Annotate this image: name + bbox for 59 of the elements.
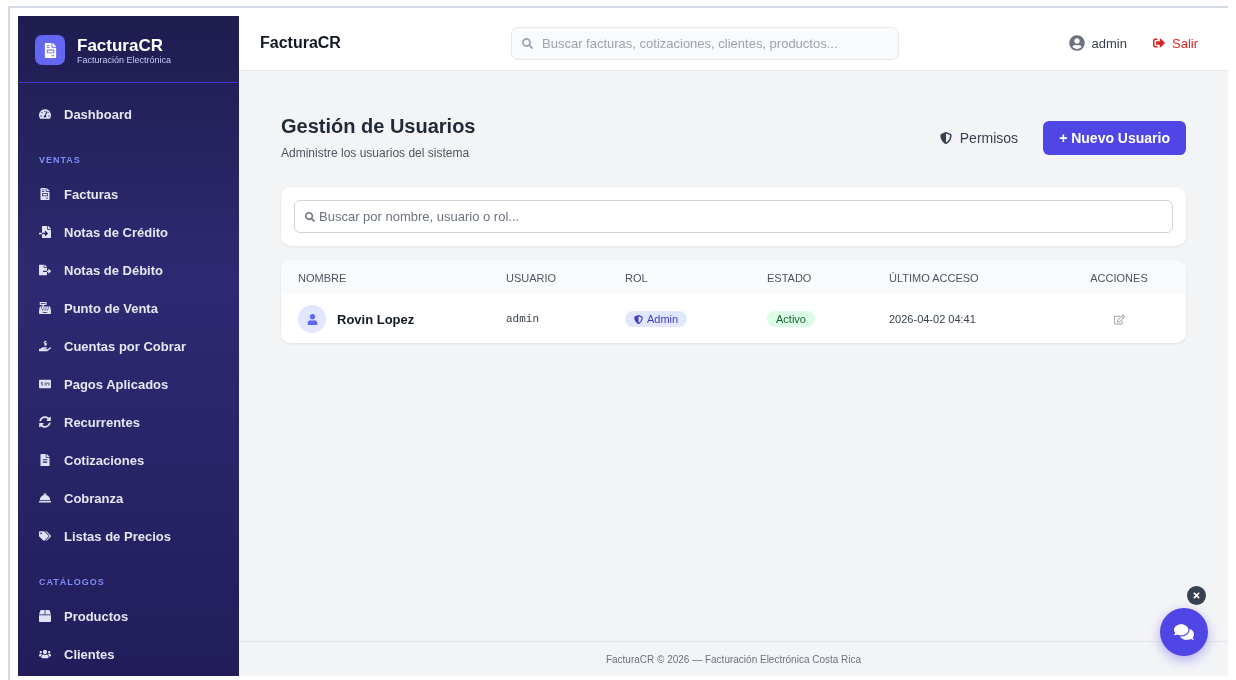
chat-icon [1174, 622, 1194, 642]
register-icon [39, 302, 51, 314]
sidebar-item[interactable]: Pagos Aplicados [18, 365, 239, 403]
user-icon [1068, 35, 1085, 51]
refresh-icon [39, 416, 51, 428]
column-header: USUARIO [506, 271, 557, 284]
sidebar-item[interactable]: Notas de Débito [18, 251, 239, 289]
sidebar-item[interactable]: Clientes [18, 635, 239, 673]
shield-icon [939, 131, 952, 144]
sidebar-item[interactable]: Notas de Crédito [18, 213, 239, 251]
sidebar-item[interactable]: Listas de Precios [18, 517, 239, 555]
sidebar-item[interactable]: Cuentas por Cobrar [18, 327, 239, 365]
section-heading: CATÁLOGOS [38, 576, 106, 589]
user-search-field[interactable]: Buscar por nombre, usuario o rol... [294, 200, 1173, 233]
search-icon [305, 211, 315, 222]
column-header: ACCIONES [1090, 271, 1148, 284]
tags-icon [39, 530, 51, 542]
app-title: FacturaCR [260, 34, 342, 52]
search-icon [522, 37, 533, 49]
logout-link[interactable]: Salir [1153, 35, 1198, 51]
column-header: ESTADO [767, 271, 812, 284]
column-header: ROL [625, 271, 648, 284]
document-icon [39, 454, 51, 466]
chat-button[interactable] [1160, 608, 1208, 656]
shield-icon [634, 314, 643, 324]
logo-icon [35, 35, 65, 65]
sidebar-item[interactable]: Punto de Venta [18, 289, 239, 327]
role-tag: Admin [625, 311, 688, 327]
sidebar-item[interactable]: Cotizaciones [18, 441, 239, 479]
brand-name: FacturaCR [77, 35, 164, 55]
last-access-cell-text: 2026-04-02 04:41 [889, 313, 977, 325]
sidebar-item[interactable]: Dashboard [18, 95, 239, 133]
card-icon [39, 378, 51, 390]
user-name: Rovin Lopez [337, 311, 415, 327]
document-icon [39, 188, 51, 200]
bell-icon [39, 492, 51, 504]
sidebar-item[interactable]: Cobranza [18, 479, 239, 517]
sidebar-item[interactable]: Facturas [18, 175, 239, 213]
status-tag: Activo [767, 311, 815, 327]
box-icon [39, 610, 51, 622]
sidebar-item[interactable]: Productos [18, 597, 239, 635]
page-title: Gestión de Usuarios [281, 115, 476, 138]
people-icon [39, 648, 51, 660]
column-header: ÚLTIMO ACCESO [889, 271, 979, 284]
avatar-icon [298, 305, 326, 333]
sidebar-item[interactable]: Recurrentes [18, 403, 239, 441]
hand-coin-icon [39, 340, 51, 352]
document-icon [39, 264, 51, 276]
user-menu[interactable]: admin [1068, 35, 1127, 51]
logout-icon [1153, 37, 1165, 49]
section-heading: VENTAS [38, 154, 82, 167]
gauge-icon [39, 108, 51, 120]
page-subtitle: Administre los usuarios del sistema [281, 146, 471, 160]
close-icon[interactable] [1187, 586, 1206, 605]
document-icon [39, 226, 51, 238]
username-cell-text: admin [506, 313, 540, 325]
new-user-button[interactable]: + Nuevo Usuario [1043, 120, 1186, 155]
column-header: NOMBRE [298, 271, 347, 284]
brand-subtitle: Facturación Electrónica [77, 54, 172, 65]
